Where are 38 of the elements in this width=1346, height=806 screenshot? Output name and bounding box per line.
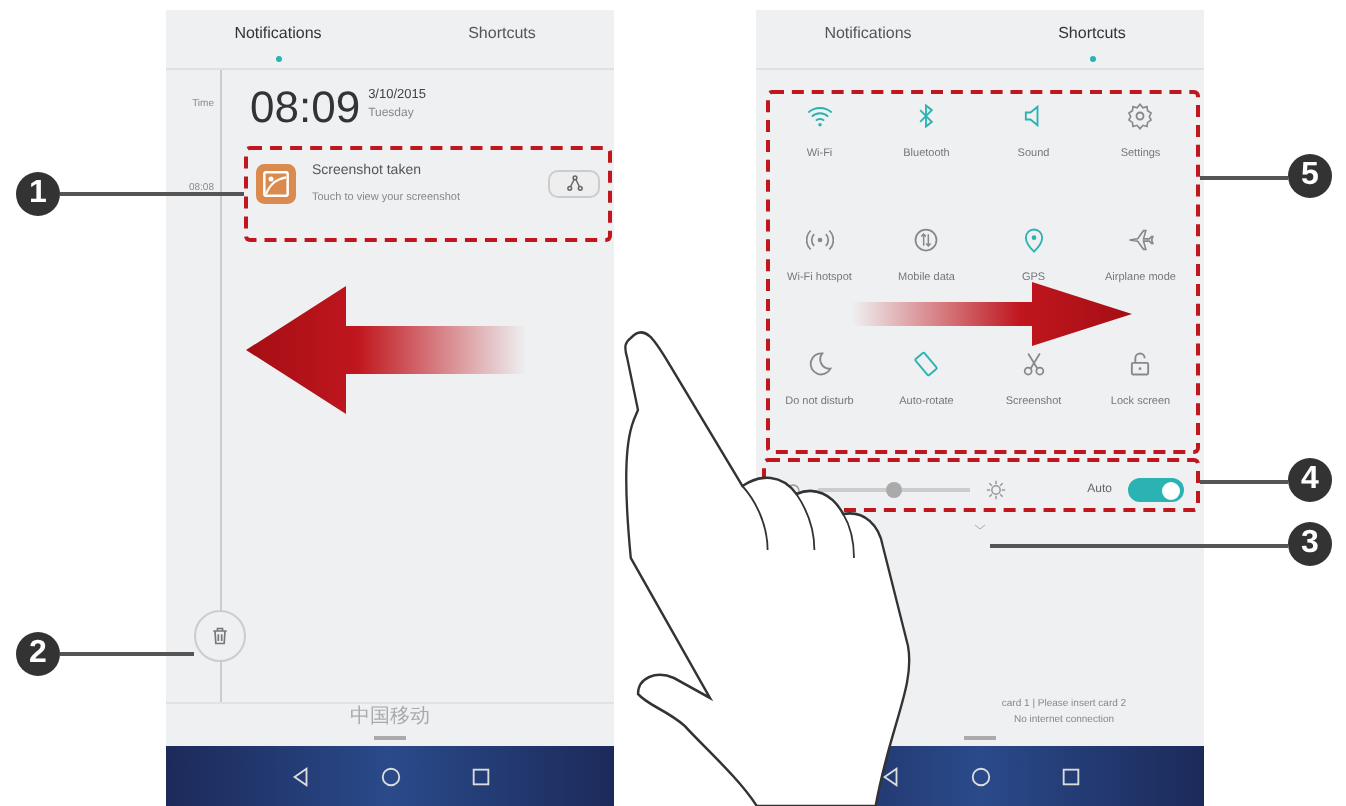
clock-time: 08:09 <box>250 86 361 130</box>
share-button[interactable] <box>548 169 600 198</box>
image-icon <box>256 163 296 204</box>
leader-line <box>1200 480 1288 484</box>
callout-number: 3 <box>1288 522 1332 566</box>
auto-toggle[interactable] <box>1128 478 1184 502</box>
slider-thumb[interactable] <box>886 481 902 498</box>
home-icon[interactable] <box>969 765 991 787</box>
moon-icon[interactable] <box>805 350 834 378</box>
recent-apps-icon[interactable] <box>1059 765 1081 787</box>
carrier-text: 中国移动 <box>166 702 614 728</box>
share-icon <box>565 174 583 193</box>
callout-number: 2 <box>16 632 60 676</box>
callout-number: 5 <box>1288 154 1332 198</box>
rotate-icon[interactable] <box>912 350 941 378</box>
leader-line <box>1200 176 1288 180</box>
settings-icon[interactable] <box>1126 102 1155 130</box>
arrows-icon[interactable] <box>912 226 941 254</box>
sun-icon <box>986 480 1006 500</box>
location-pin-icon[interactable] <box>1019 226 1048 254</box>
hotspot-icon[interactable] <box>805 226 834 254</box>
tab[interactable]: Shortcuts <box>390 10 614 68</box>
back-icon[interactable] <box>879 765 901 787</box>
wifi-icon[interactable] <box>805 102 834 130</box>
trash-icon <box>210 626 230 646</box>
tab[interactable]: Shortcuts <box>980 10 1204 68</box>
lock-icon[interactable] <box>1126 350 1155 378</box>
recent-apps-icon[interactable] <box>469 765 491 787</box>
tab[interactable]: Notifications <box>756 10 980 68</box>
tab[interactable]: Notifications <box>166 10 390 68</box>
callout-number: 1 <box>16 172 60 216</box>
back-icon[interactable] <box>289 765 311 787</box>
leader-line <box>60 652 194 656</box>
airplane-icon[interactable] <box>1126 226 1155 254</box>
home-icon[interactable] <box>379 765 401 787</box>
clear-button[interactable] <box>194 610 246 662</box>
scissors-icon[interactable] <box>1019 350 1048 378</box>
callout-number: 4 <box>1288 458 1332 502</box>
